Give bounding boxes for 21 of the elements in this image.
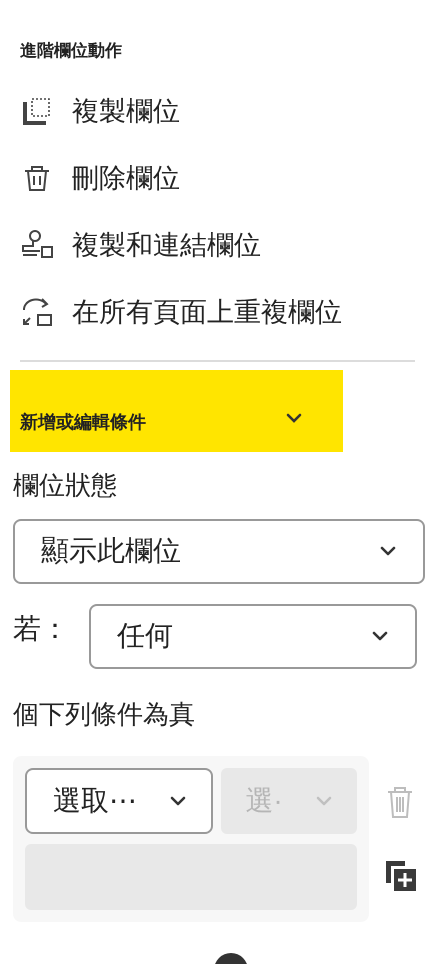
conditions-header[interactable]: 新增或編輯條件 (10, 370, 343, 452)
trash-icon (22, 163, 52, 193)
field-label: 欄位狀態 (13, 468, 118, 502)
match-dropdown[interactable]: 任何 (89, 604, 417, 668)
status-dropdown[interactable]: 顯示此欄位 (13, 518, 425, 584)
action-menu-item[interactable]: 複製欄位 (20, 78, 415, 144)
stamp-icon (20, 229, 54, 261)
chevron-down-icon (169, 794, 188, 806)
chevron-down-icon (379, 545, 397, 557)
copy-icon (22, 96, 52, 126)
chevron-down-icon (371, 630, 389, 642)
repeat-icon (20, 296, 54, 328)
action-menu-item[interactable]: 複製和連結欄位 (20, 212, 415, 278)
chevron-down-icon (285, 412, 303, 424)
action-menu-item[interactable]: 刪除欄位 (20, 144, 415, 212)
field-label: 若： (13, 612, 69, 646)
action-menu-item[interactable]: 在所有頁面上重複欄位 (20, 278, 415, 346)
section-title: 進階欄位動作 (20, 40, 123, 62)
chevron-down-icon (315, 794, 333, 806)
rule-dropdown[interactable]: 選取⋯ (25, 768, 214, 834)
field-label: 個下列條件為真 (13, 698, 196, 730)
